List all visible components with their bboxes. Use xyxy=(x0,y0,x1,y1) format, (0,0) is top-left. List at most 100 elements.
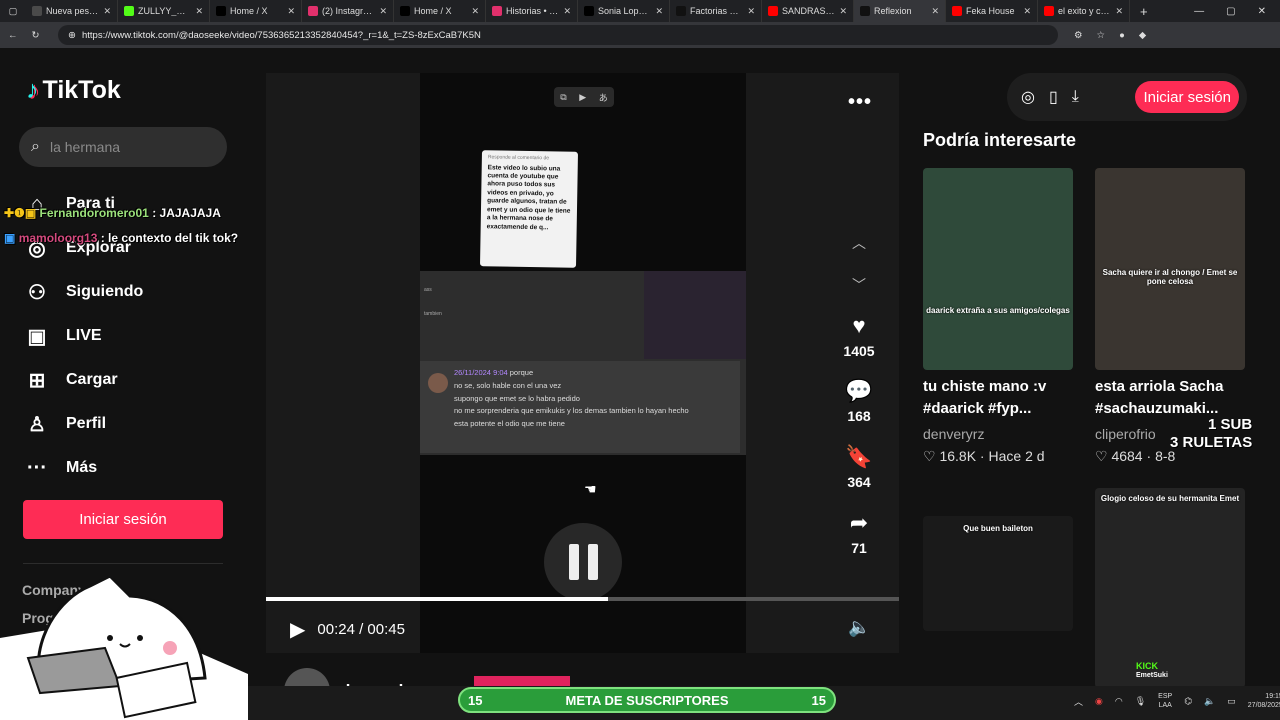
url-field[interactable]: ⊕ https://www.tiktok.com/@daoseeke/video… xyxy=(58,25,1058,45)
clock[interactable]: 19:15 27/08/2025 xyxy=(1248,693,1280,711)
network-icon[interactable]: ⌬ xyxy=(1184,696,1192,707)
browser-tab[interactable]: Nueva pestaña ✕ xyxy=(26,0,118,22)
sidebar-login-button[interactable]: Iniciar sesión xyxy=(23,500,223,539)
browser-tab[interactable]: el exito y caída ✕ xyxy=(1038,0,1130,22)
action-bookmark[interactable]: 🔖 364 xyxy=(836,444,882,490)
video-thumbnail[interactable]: Glogio celoso de su hermanita Emet xyxy=(1095,488,1245,686)
action-heart[interactable]: ♥ 1405 xyxy=(836,313,882,359)
sidebar-item-perfil[interactable]: ♙ Perfil xyxy=(24,402,143,446)
language-indicator[interactable]: ESP LAA xyxy=(1158,693,1172,710)
video-thumbnail[interactable]: Que buen baileton xyxy=(923,516,1073,631)
tab-close-icon[interactable]: ✕ xyxy=(655,6,663,17)
previous-video-icon[interactable]: ︿ xyxy=(852,233,866,253)
battery-icon[interactable]: ▭ xyxy=(1227,696,1236,707)
site-info-icon[interactable]: ⊕ xyxy=(68,30,76,41)
action-comment[interactable]: 💬 168 xyxy=(836,378,882,424)
author-row[interactable]: daoseeke xyxy=(284,668,418,686)
refresh-icon[interactable]: ↻ xyxy=(32,30,40,41)
heart-icon[interactable]: ♥ xyxy=(836,313,882,339)
chat-user: Fernandoromero01 xyxy=(39,206,149,220)
follow-button[interactable] xyxy=(474,676,570,686)
sidebar-item-siguiendo[interactable]: ⚇ Siguiendo xyxy=(24,270,143,314)
browser-tab[interactable]: Sonia Lopez on X ✕ xyxy=(578,0,670,22)
copilot-icon[interactable]: ◆ xyxy=(1139,30,1146,41)
browser-tab[interactable]: Historias • Insta ✕ xyxy=(486,0,578,22)
close-window-icon[interactable]: ✕ xyxy=(1258,6,1266,17)
card-user[interactable]: denveryrz xyxy=(923,426,1073,442)
maximize-icon[interactable]: ▢ xyxy=(1226,6,1235,17)
tab-favicon-icon xyxy=(952,6,962,16)
sidebar-item-cargar[interactable]: ⊞ Cargar xyxy=(24,358,143,402)
sticker-header: Responde al comentario de xyxy=(487,154,550,162)
favorites-icon[interactable]: ☆ xyxy=(1097,30,1106,41)
header-login-button[interactable]: Iniciar sesión xyxy=(1135,81,1239,113)
minimize-icon[interactable]: — xyxy=(1194,6,1204,17)
share-icon[interactable]: ➦ xyxy=(836,510,882,536)
coin-icon[interactable]: ◎ xyxy=(1021,87,1035,107)
action-share[interactable]: ➦ 71 xyxy=(836,510,882,556)
video-frame[interactable]: ⧉ ▶ あ Responde al comentario de Este vid… xyxy=(420,73,746,653)
tiktok-logo[interactable]: ♪ TikTok xyxy=(26,76,121,105)
recommended-video-card[interactable]: Que buen baileton xyxy=(923,516,1073,631)
profile-avatar[interactable]: ● xyxy=(1119,30,1125,41)
tab-close-icon[interactable]: ✕ xyxy=(1115,6,1123,17)
video-thumbnail[interactable]: Sacha quiere ir al chongo / Emet se pone… xyxy=(1095,168,1245,370)
video-player[interactable]: ⧉ ▶ あ Responde al comentario de Este vid… xyxy=(266,73,899,653)
address-bar-row: ← ↻ ⊕ https://www.tiktok.com/@daoseeke/v… xyxy=(0,22,1280,48)
tab-close-icon[interactable]: ✕ xyxy=(103,6,111,17)
pause-button[interactable] xyxy=(544,523,622,601)
tray-chevron-icon[interactable]: ︿ xyxy=(1074,695,1083,708)
sidebar-item-live[interactable]: ▣ LIVE xyxy=(24,314,143,358)
back-icon[interactable]: ← xyxy=(8,30,18,41)
sidebar-item-label: Siguiendo xyxy=(66,283,144,300)
progress-bar[interactable] xyxy=(266,597,899,601)
tab-close-icon[interactable]: ✕ xyxy=(1023,6,1031,17)
volume-tray-icon[interactable]: 🔈 xyxy=(1204,696,1215,707)
tab-favicon-icon xyxy=(768,6,778,16)
comment-icon[interactable]: 💬 xyxy=(836,378,882,404)
browser-tab[interactable]: SANDRASKINS ✕ xyxy=(762,0,854,22)
tab-close-icon[interactable]: ✕ xyxy=(839,6,847,17)
tab-close-icon[interactable]: ✕ xyxy=(287,6,295,17)
browser-tab[interactable]: Feka House ✕ xyxy=(946,0,1038,22)
browser-tab[interactable]: Home / X ✕ xyxy=(394,0,486,22)
wifi-icon[interactable]: ◠ xyxy=(1115,696,1123,707)
video-thumbnail[interactable]: daarick extraña a sus amigos/colegas xyxy=(923,168,1073,370)
browser-tab[interactable]: ZULLYY_CS Stats ✕ xyxy=(118,0,210,22)
tab-close-icon[interactable]: ✕ xyxy=(471,6,479,17)
card-title[interactable]: esta arriola Sacha #sachauzumaki... xyxy=(1095,376,1245,420)
thumbnail-caption: Sacha quiere ir al chongo / Emet se pone… xyxy=(1102,268,1238,286)
overlay-line: 1 SUB xyxy=(1208,416,1253,433)
card-title[interactable]: tu chiste mano :v #daarick #fyp... xyxy=(923,376,1073,420)
pip-icon[interactable]: ⧉ xyxy=(560,92,566,103)
extensions-icon[interactable]: ⚙ xyxy=(1074,30,1083,41)
translate-icon[interactable]: あ xyxy=(599,91,608,104)
browser-tab[interactable]: Home / X ✕ xyxy=(210,0,302,22)
tab-close-icon[interactable]: ✕ xyxy=(931,6,939,17)
author-avatar[interactable] xyxy=(284,668,330,686)
search-input[interactable]: ⌕ la hermana xyxy=(19,127,227,167)
mic-icon[interactable]: 🎙 xyxy=(1135,696,1146,707)
tab-close-icon[interactable]: ✕ xyxy=(379,6,387,17)
browser-tab[interactable]: (2) Instagram ✕ xyxy=(302,0,394,22)
browser-tab[interactable]: Factorias #chat ✕ xyxy=(670,0,762,22)
sidebar-item-más[interactable]: ··· Más xyxy=(24,446,143,490)
download-icon[interactable]: ⤓ xyxy=(1072,88,1079,106)
device-icon[interactable]: ▯ xyxy=(1049,87,1058,107)
bookmark-icon[interactable]: 🔖 xyxy=(836,444,882,470)
browser-tab[interactable]: Reflexion ✕ xyxy=(854,0,946,22)
volume-icon[interactable]: 🔈 xyxy=(848,617,870,638)
tab-close-icon[interactable]: ✕ xyxy=(563,6,571,17)
more-options-icon[interactable]: ••• xyxy=(848,91,872,114)
play-icon[interactable]: ▶ xyxy=(290,617,305,642)
recommended-video-card[interactable]: daarick extraña a sus amigos/colegas tu c… xyxy=(923,168,1073,465)
new-tab-button[interactable]: + xyxy=(1130,4,1158,19)
tab-close-icon[interactable]: ✕ xyxy=(195,6,203,17)
next-video-icon[interactable]: ﹀ xyxy=(852,275,866,295)
tab-close-icon[interactable]: ✕ xyxy=(747,6,755,17)
tab-actions-icon[interactable]: ▢ xyxy=(0,6,26,17)
tray-app-icon[interactable]: ◉ xyxy=(1095,696,1103,707)
mouse-cursor-icon: ☚ xyxy=(584,481,597,497)
recommended-video-card[interactable]: Glogio celoso de su hermanita Emet xyxy=(1095,488,1245,686)
cast-icon[interactable]: ▶ xyxy=(579,92,586,103)
